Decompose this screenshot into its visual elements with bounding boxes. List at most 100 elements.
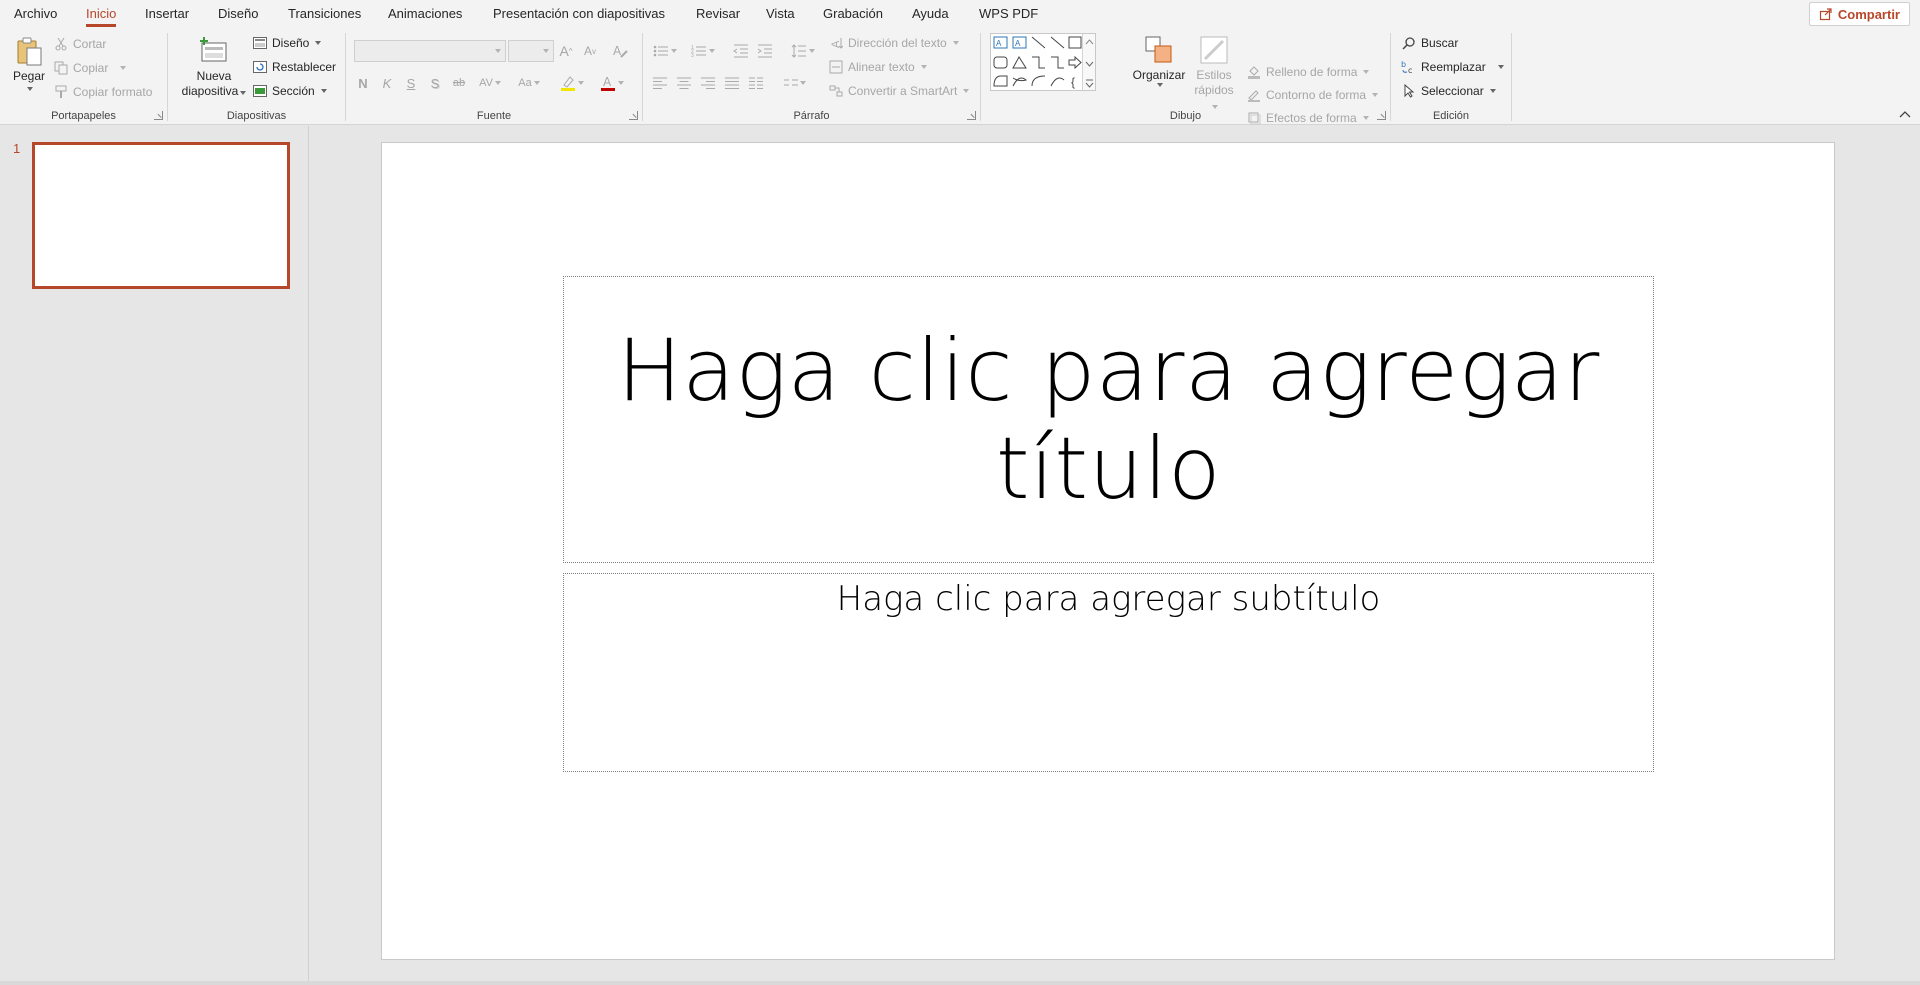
font-color-button[interactable]: A	[596, 73, 628, 93]
shape-effects-label: Efectos de forma	[1266, 111, 1357, 125]
share-button[interactable]: Compartir	[1808, 2, 1910, 26]
subtitle-placeholder[interactable]: Haga clic para agregar subtítulo	[563, 573, 1654, 772]
search-icon	[1401, 35, 1417, 51]
text-direction-icon: A	[828, 35, 844, 51]
quick-styles-button[interactable]: Estilos rápidos	[1192, 34, 1236, 113]
align-center-button[interactable]	[674, 73, 694, 93]
highlighter-icon	[561, 76, 575, 91]
clear-format-button[interactable]: A	[610, 41, 630, 61]
group-label-diapositivas: Diapositivas	[226, 110, 287, 122]
tab-inicio[interactable]: Inicio	[86, 6, 117, 27]
change-case-button[interactable]: Aa	[512, 73, 546, 93]
cursor-arrow-icon	[1401, 83, 1417, 99]
tab-revisar[interactable]: Revisar	[696, 6, 740, 21]
parrafo-dialog-launcher-icon[interactable]	[967, 111, 976, 120]
paste-button[interactable]: Pegar	[10, 35, 48, 91]
shadow-button[interactable]: S	[425, 73, 445, 93]
decrease-indent-button[interactable]	[731, 41, 751, 61]
shape-fill-label: Relleno de forma	[1266, 65, 1358, 79]
dibujo-dialog-launcher-icon[interactable]	[1377, 111, 1386, 120]
slide-thumbnail[interactable]	[32, 142, 290, 289]
char-spacing-button[interactable]: AV	[473, 73, 507, 93]
tab-insertar[interactable]: Insertar	[145, 6, 189, 21]
align-center-icon	[677, 77, 691, 89]
shape-outline-button[interactable]: Contorno de forma	[1246, 85, 1379, 105]
tab-grabacion[interactable]: Grabación	[823, 6, 883, 21]
shapes-gallery-icons: A A {	[993, 36, 1082, 89]
align-text-label: Alinear texto	[848, 60, 915, 74]
portapapeles-dialog-launcher-icon[interactable]	[154, 111, 163, 120]
find-label: Buscar	[1421, 36, 1459, 50]
convert-smartart-button[interactable]: Convertir a SmartArt	[828, 81, 970, 101]
effects-icon	[1246, 110, 1262, 126]
shape-fill-button[interactable]: Relleno de forma	[1246, 62, 1370, 82]
new-slide-label-2: diapositiva	[182, 84, 247, 99]
quick-styles-label-1: Estilos	[1196, 68, 1232, 82]
tab-ayuda[interactable]: Ayuda	[912, 6, 949, 21]
section-icon	[252, 83, 268, 99]
font-size-combo[interactable]	[508, 40, 554, 62]
tab-diseno[interactable]: Diseño	[218, 6, 258, 21]
copy-format-button[interactable]: Copiar formato	[53, 82, 152, 102]
italic-button[interactable]: K	[377, 73, 397, 93]
svg-text:{: {	[1071, 75, 1075, 89]
underline-button[interactable]: S	[401, 73, 421, 93]
tab-vista[interactable]: Vista	[766, 6, 795, 21]
share-label: Compartir	[1837, 6, 1900, 22]
tab-archivo[interactable]: Archivo	[14, 6, 57, 21]
align-left-button[interactable]	[650, 73, 670, 93]
section-button[interactable]: Sección	[252, 81, 327, 101]
reset-button[interactable]: Restablecer	[252, 57, 336, 77]
font-family-combo[interactable]	[354, 40, 506, 62]
svg-text:A: A	[996, 39, 1002, 48]
increase-indent-icon	[757, 44, 772, 58]
columns-button[interactable]	[746, 73, 766, 93]
group-label-edicion: Edición	[1432, 110, 1470, 122]
find-button[interactable]: Buscar	[1401, 33, 1458, 53]
select-button[interactable]: Seleccionar	[1401, 81, 1496, 101]
strikethrough-button[interactable]: ab	[449, 73, 469, 93]
format-painter-icon	[53, 84, 69, 100]
svg-text:A: A	[613, 44, 622, 58]
fuente-dialog-launcher-icon[interactable]	[629, 111, 638, 120]
new-slide-label-1: Nueva	[196, 69, 232, 83]
svg-text:A: A	[603, 75, 612, 89]
layout-button[interactable]: Diseño	[252, 33, 322, 53]
shape-outline-label: Contorno de forma	[1266, 88, 1367, 102]
shapes-gallery-scroll[interactable]	[1082, 34, 1095, 90]
highlight-color-button[interactable]	[556, 73, 588, 93]
shapes-gallery[interactable]: A A {	[990, 33, 1096, 91]
new-slide-button[interactable]: Nueva diapositiva	[176, 35, 252, 99]
tab-wps-pdf[interactable]: WPS PDF	[979, 6, 1038, 21]
cut-label: Cortar	[73, 37, 107, 51]
line-spacing-button[interactable]	[788, 41, 818, 61]
justify-button[interactable]	[722, 73, 742, 93]
grow-font-button[interactable]: A ^	[556, 41, 576, 61]
bold-button[interactable]: N	[353, 73, 373, 93]
text-direction-button[interactable]: A Dirección del texto	[828, 33, 959, 53]
bullets-button[interactable]	[650, 41, 680, 61]
group-label-fuente: Fuente	[476, 110, 512, 122]
align-right-button[interactable]	[698, 73, 718, 93]
tab-transiciones[interactable]: Transiciones	[288, 6, 361, 21]
tab-presentacion[interactable]: Presentación con diapositivas	[493, 6, 665, 21]
bullet-options-button[interactable]	[780, 73, 810, 93]
bullet-list-icon	[653, 45, 668, 57]
title-placeholder[interactable]: Haga clic para agregar título	[563, 276, 1654, 563]
align-text-button[interactable]: Alinear texto	[828, 57, 927, 77]
numbering-button[interactable]: 123	[688, 41, 718, 61]
replace-button[interactable]: bc Reemplazar	[1401, 57, 1504, 77]
increase-indent-button[interactable]	[755, 41, 775, 61]
collapse-ribbon-button[interactable]	[1898, 108, 1912, 120]
numbered-list-icon: 123	[691, 45, 706, 58]
copy-button[interactable]: Copiar	[53, 58, 127, 78]
arrange-button[interactable]: Organizar	[1131, 34, 1187, 87]
slide-canvas[interactable]: Haga clic para agregar título Haga clic …	[381, 142, 1835, 960]
shape-effects-button[interactable]: Efectos de forma	[1246, 108, 1369, 128]
shrink-font-button[interactable]: Av	[580, 41, 600, 61]
share-icon	[1819, 8, 1832, 21]
columns-icon	[749, 77, 763, 89]
cut-button[interactable]: Cortar	[53, 34, 106, 54]
select-label: Seleccionar	[1421, 84, 1484, 98]
tab-animaciones[interactable]: Animaciones	[388, 6, 462, 21]
